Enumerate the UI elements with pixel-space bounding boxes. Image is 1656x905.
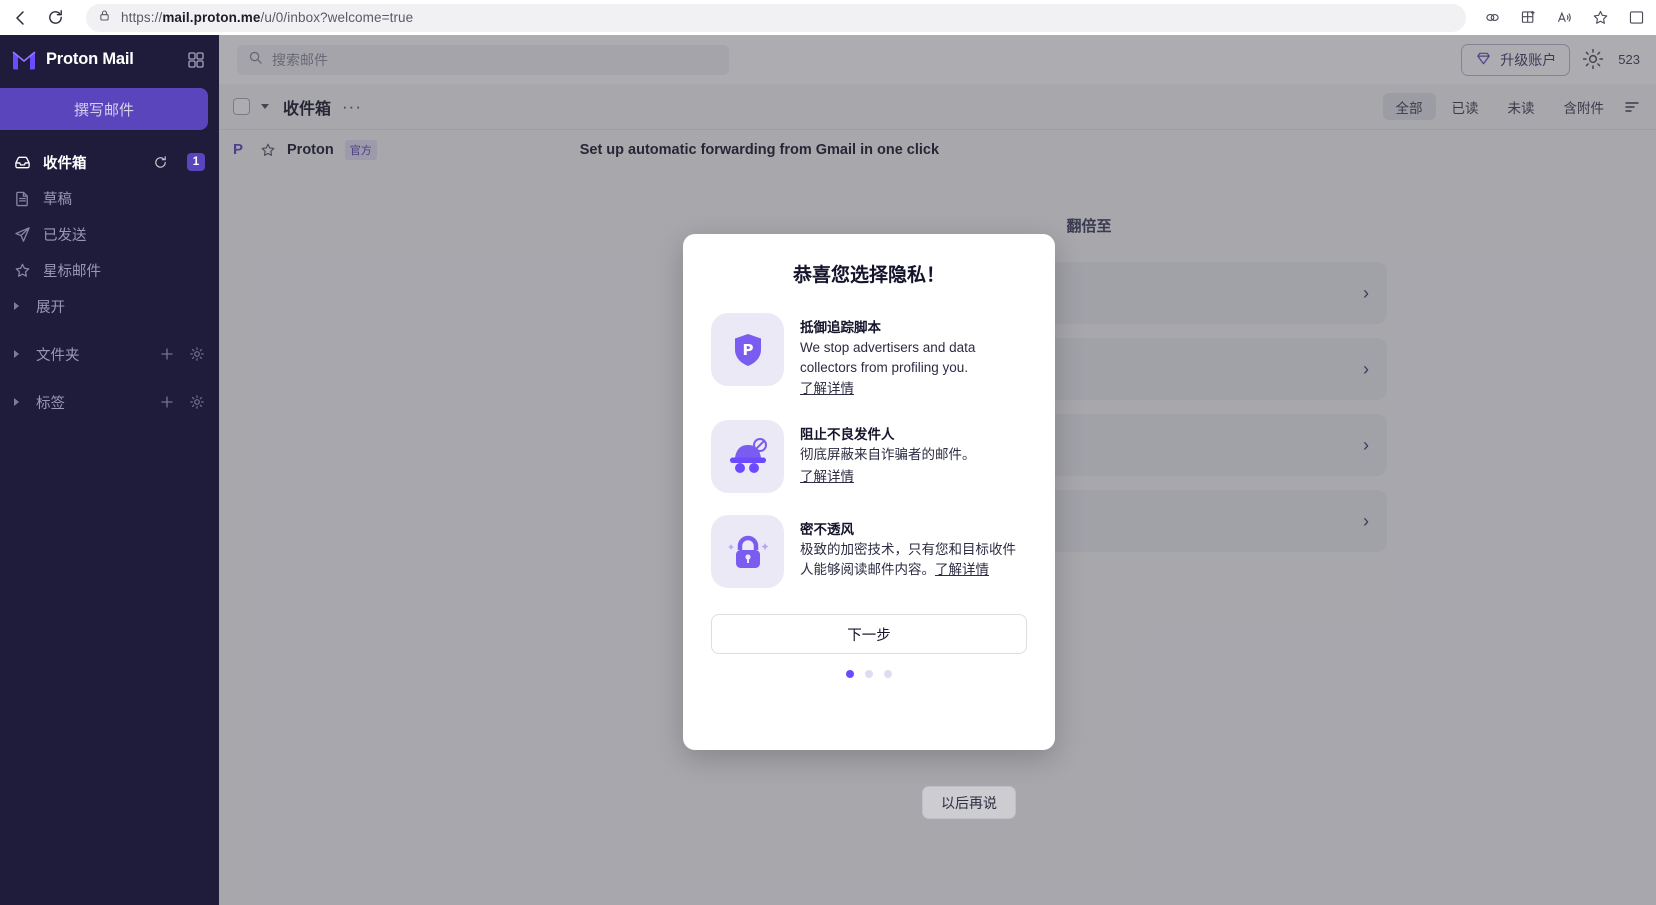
plus-icon[interactable] bbox=[159, 346, 175, 362]
inbox-icon bbox=[14, 154, 31, 171]
favorite-star-icon[interactable] bbox=[1584, 2, 1616, 34]
sent-icon bbox=[14, 226, 31, 243]
back-arrow-icon[interactable] bbox=[4, 1, 38, 35]
sidebar-group-labels: 标签 bbox=[0, 384, 219, 420]
chevron-right-icon[interactable] bbox=[14, 398, 19, 406]
spy-disguise-icon bbox=[711, 420, 784, 493]
apps-grid-icon[interactable] bbox=[185, 49, 207, 71]
carousel-dot-3[interactable] bbox=[884, 670, 892, 678]
next-step-button[interactable]: 下一步 bbox=[711, 614, 1027, 654]
feature-description: 极致的加密技术，只有您和目标收件人能够阅读邮件内容。了解详情 bbox=[800, 540, 1027, 579]
sidebar-group-label: 文件夹 bbox=[36, 344, 147, 365]
sidebar-item-label: 展开 bbox=[36, 296, 205, 317]
carousel-dots bbox=[711, 670, 1027, 678]
unread-badge: 1 bbox=[187, 153, 205, 171]
learn-more-link[interactable]: 了解详情 bbox=[800, 469, 854, 484]
sidebar-item-sent[interactable]: 已发送 bbox=[0, 216, 219, 252]
sidebar-folders-row[interactable]: 文件夹 bbox=[0, 336, 219, 372]
url-text: https://mail.proton.me/u/0/inbox?welcome… bbox=[121, 10, 413, 25]
browser-toolbar: https://mail.proton.me/u/0/inbox?welcome… bbox=[0, 0, 1656, 35]
sidebar-item-label: 星标邮件 bbox=[43, 260, 205, 281]
gear-icon[interactable] bbox=[189, 394, 205, 410]
plus-icon[interactable] bbox=[159, 394, 175, 410]
browser-actions bbox=[1476, 2, 1656, 34]
feature-item: 阻止不良发件人 彻底屏蔽来自诈骗者的邮件。 了解详情 bbox=[711, 420, 1027, 493]
feature-description: 彻底屏蔽来自诈骗者的邮件。 bbox=[800, 445, 1027, 465]
learn-more-link[interactable]: 了解详情 bbox=[800, 381, 854, 396]
sidebar-item-starred[interactable]: 星标邮件 bbox=[0, 252, 219, 288]
draft-icon bbox=[14, 190, 31, 207]
shield-icon: P bbox=[711, 313, 784, 386]
add-collection-icon[interactable] bbox=[1512, 2, 1544, 34]
sidebar-item-expand[interactable]: 展开 bbox=[0, 288, 219, 324]
svg-text:P: P bbox=[742, 341, 753, 359]
sidebar-item-label: 收件箱 bbox=[43, 152, 141, 173]
carousel-dot-2[interactable] bbox=[865, 670, 873, 678]
sidebar-item-label: 草稿 bbox=[43, 188, 205, 209]
address-bar[interactable]: https://mail.proton.me/u/0/inbox?welcome… bbox=[86, 4, 1466, 32]
brand-header: Proton Mail bbox=[0, 35, 219, 84]
learn-more-link[interactable]: 了解详情 bbox=[935, 562, 989, 577]
brand-name: Proton Mail bbox=[46, 50, 176, 69]
feature-item: 密不透风 极致的加密技术，只有您和目标收件人能够阅读邮件内容。了解详情 bbox=[711, 515, 1027, 588]
sidebar-group-folders: 文件夹 bbox=[0, 336, 219, 372]
sidebar-item-label: 已发送 bbox=[43, 224, 205, 245]
lock-icon bbox=[98, 9, 111, 27]
sidebar: Proton Mail 撰写邮件 收件箱 bbox=[0, 35, 219, 905]
split-screen-icon[interactable] bbox=[1620, 2, 1652, 34]
font-style-icon[interactable] bbox=[1548, 2, 1580, 34]
sidebar-item-drafts[interactable]: 草稿 bbox=[0, 180, 219, 216]
star-icon bbox=[14, 262, 31, 279]
chevron-right-icon bbox=[14, 302, 19, 310]
main-content: 搜索邮件 升级账户 523 bbox=[219, 35, 1656, 905]
feature-item: P 抵御追踪脚本 We stop advertisers and data co… bbox=[711, 313, 1027, 398]
feature-description: We stop advertisers and data collectors … bbox=[800, 338, 1027, 377]
sidebar-nav: 收件箱 1 草稿 bbox=[0, 144, 219, 324]
gear-icon[interactable] bbox=[189, 346, 205, 362]
proton-mail-logo-icon bbox=[12, 49, 37, 71]
sidebar-item-inbox[interactable]: 收件箱 1 bbox=[0, 144, 219, 180]
feature-title: 抵御追踪脚本 bbox=[800, 316, 1027, 336]
sidebar-group-label: 标签 bbox=[36, 392, 147, 413]
feature-title: 阻止不良发件人 bbox=[800, 423, 1027, 443]
read-aloud-icon[interactable] bbox=[1476, 2, 1508, 34]
reload-icon[interactable] bbox=[38, 1, 72, 35]
compose-button[interactable]: 撰写邮件 bbox=[0, 88, 208, 130]
chevron-right-icon[interactable] bbox=[14, 350, 19, 358]
maybe-later-button[interactable]: 以后再说 bbox=[922, 786, 1016, 819]
carousel-dot-1[interactable] bbox=[846, 670, 854, 678]
welcome-modal: 恭喜您选择隐私！ P 抵御追踪脚本 We stop advertisers an… bbox=[683, 234, 1055, 750]
padlock-icon bbox=[711, 515, 784, 588]
sidebar-labels-row[interactable]: 标签 bbox=[0, 384, 219, 420]
modal-title: 恭喜您选择隐私！ bbox=[711, 260, 1027, 287]
refresh-icon[interactable] bbox=[153, 155, 168, 170]
feature-title: 密不透风 bbox=[800, 518, 1027, 538]
proton-mail-app: Proton Mail 撰写邮件 收件箱 bbox=[0, 35, 1656, 905]
